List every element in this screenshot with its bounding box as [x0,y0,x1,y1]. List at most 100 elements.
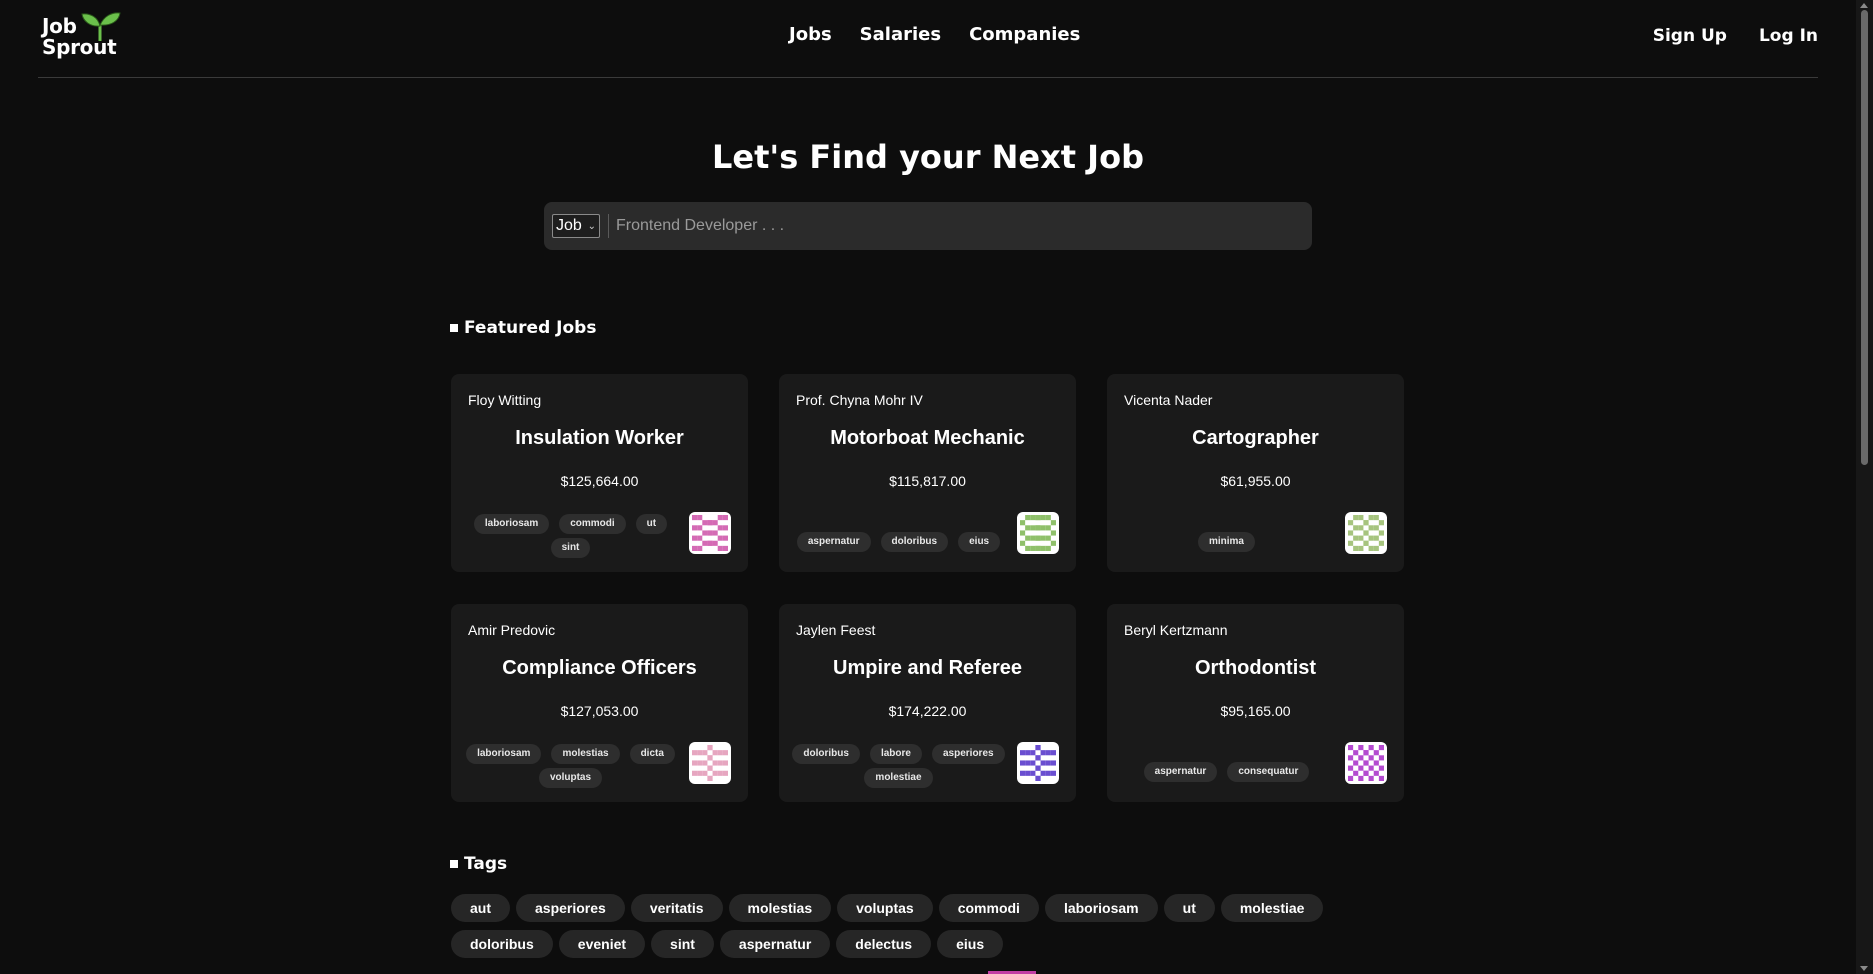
search-type-value: Job [556,217,582,234]
search-type-select[interactable]: Job ⌄ [552,214,600,238]
tag-pill[interactable]: doloribus [451,930,553,958]
page-title: Let's Find your Next Job [712,138,1144,176]
job-tag[interactable]: molestiae [864,768,933,788]
job-tag[interactable]: consequatur [1227,762,1310,782]
tag-pill[interactable]: laboriosam [1044,894,1158,922]
scrollbar-thumb[interactable] [1861,10,1868,465]
job-title[interactable]: Motorboat Mechanic [779,427,1076,450]
job-tag[interactable]: labore [869,744,922,764]
square-bullet-icon [450,324,458,332]
tag-pill[interactable]: ut [1163,894,1215,922]
tag-pill[interactable]: veritatis [630,894,723,922]
job-salary: $174,222.00 [888,703,967,719]
job-card[interactable]: Amir Predovic Compliance Officers $127,0… [451,604,748,802]
nav-companies[interactable]: Companies [969,24,1080,45]
job-tags: minima [1119,516,1334,568]
job-salary: $127,053.00 [560,703,639,719]
company-avatar [689,512,731,554]
featured-jobs-heading: Featured Jobs [450,318,596,338]
job-tag[interactable]: ut [635,514,668,534]
job-title[interactable]: Orthodontist [1107,657,1404,680]
job-title[interactable]: Compliance Officers [451,657,748,680]
nav-jobs[interactable]: Jobs [789,24,832,45]
job-tag[interactable]: laboriosam [473,514,550,534]
logo[interactable]: Job Sprout [42,12,122,62]
job-card[interactable]: Prof. Chyna Mohr IV Motorboat Mechanic $… [779,374,1076,572]
tag-pill[interactable]: eveniet [558,930,646,958]
job-tag[interactable]: laboriosam [466,744,542,764]
identicon-icon [692,745,728,781]
job-tag[interactable]: commodi [559,514,626,534]
scroll-down-arrow-icon[interactable] [1860,966,1868,971]
job-salary: $125,664.00 [560,473,639,489]
job-company: Amir Predovic [468,622,556,638]
company-avatar [1345,512,1387,554]
tag-pill[interactable]: molestias [728,894,832,922]
job-tag[interactable]: aspernatur [1143,762,1218,782]
job-card[interactable]: Beryl Kertzmann Orthodontist $95,165.00 … [1107,604,1404,802]
job-company: Beryl Kertzmann [1124,622,1228,638]
nav-salaries[interactable]: Salaries [860,24,941,45]
featured-jobs-heading-text: Featured Jobs [464,318,597,338]
job-title[interactable]: Umpire and Referee [779,657,1076,680]
job-tag[interactable]: doloribus [792,744,860,764]
job-tag[interactable]: eius [958,532,1001,552]
job-card[interactable]: Floy Witting Insulation Worker $125,664.… [451,374,748,572]
job-tag[interactable]: aspernatur [796,532,871,552]
search-divider [608,214,609,238]
tags-heading: Tags [450,854,507,874]
auth-links: Sign Up Log In [1653,26,1818,46]
main-nav: Jobs Salaries Companies [789,24,1080,45]
job-tag[interactable]: asperiores [931,744,1005,764]
tag-pill[interactable]: commodi [938,894,1039,922]
job-title[interactable]: Cartographer [1107,427,1404,450]
identicon-icon [1348,745,1384,781]
log-in-link[interactable]: Log In [1759,26,1818,46]
company-avatar [1017,742,1059,784]
job-tags: aspernatur consequatur [1119,746,1334,798]
identicon-icon [1020,745,1056,781]
tag-pill[interactable]: asperiores [516,894,625,922]
job-tag[interactable]: doloribus [880,532,949,552]
job-company: Jaylen Feest [796,622,876,638]
job-title[interactable]: Insulation Worker [451,427,748,450]
tag-pill[interactable]: voluptas [837,894,933,922]
tag-pill[interactable]: aspernatur [719,930,831,958]
job-tag[interactable]: dicta [629,744,675,764]
company-avatar [689,742,731,784]
tag-pill[interactable]: delectus [836,930,932,958]
sprout-icon [81,12,121,41]
job-tags: laboriosam molestias dicta voluptas [463,740,678,792]
job-tag[interactable]: minima [1197,532,1255,552]
job-salary: $95,165.00 [1220,703,1291,719]
site-header: Job Sprout Jobs Salaries Companies Sign … [38,0,1818,78]
tag-pill[interactable]: sint [651,930,714,958]
tags-heading-text: Tags [464,854,508,874]
company-avatar [1017,512,1059,554]
tag-pill[interactable]: aut [451,894,510,922]
job-card[interactable]: Jaylen Feest Umpire and Referee $174,222… [779,604,1076,802]
chevron-down-icon: ⌄ [587,221,596,232]
job-tags: aspernatur doloribus eius [791,516,1006,568]
job-tags: laboriosam commodi ut sint [463,510,678,562]
company-avatar [1345,742,1387,784]
featured-jobs-grid: Floy Witting Insulation Worker $125,664.… [451,374,1405,802]
job-company: Floy Witting [468,392,542,408]
job-company: Vicenta Nader [1124,392,1213,408]
job-tag[interactable]: sint [550,538,591,558]
job-tags: doloribus labore asperiores molestiae [791,740,1006,792]
tag-pill[interactable]: molestiae [1220,894,1324,922]
tag-pill[interactable]: eius [937,930,1004,958]
job-company: Prof. Chyna Mohr IV [796,392,923,408]
job-salary: $115,817.00 [889,473,966,489]
search-input[interactable] [616,210,1296,242]
job-tag[interactable]: voluptas [538,768,603,788]
job-card[interactable]: Vicenta Nader Cartographer $61,955.00 mi… [1107,374,1404,572]
tags-list: aut asperiores veritatis molestias voluptas c… [451,894,1351,958]
scrollbar[interactable] [1856,0,1873,974]
identicon-icon [1348,515,1384,551]
scroll-up-arrow-icon[interactable] [1860,3,1868,8]
sign-up-link[interactable]: Sign Up [1653,26,1727,46]
job-salary: $61,955.00 [1220,473,1291,489]
job-tag[interactable]: molestias [551,744,620,764]
